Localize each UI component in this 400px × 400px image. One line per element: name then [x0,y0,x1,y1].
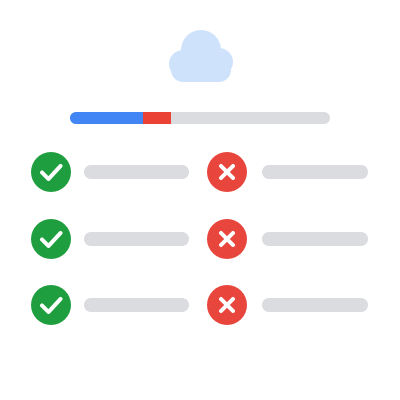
failed-item-placeholder [262,298,368,312]
check-circle-icon [31,219,71,259]
x-circle-icon [207,219,247,259]
result-row [0,150,400,194]
progress-passed-segment [70,112,143,124]
x-circle-icon [207,152,247,192]
result-row [0,283,400,327]
passed-item-placeholder [84,298,189,312]
cloud-icon [163,28,239,84]
sync-status-panel [0,0,400,400]
check-circle-icon [31,152,71,192]
check-circle-icon [31,285,71,325]
cloud-shape [169,30,233,82]
result-row [0,217,400,261]
failed-item-placeholder [262,165,368,179]
failed-item-placeholder [262,232,368,246]
passed-item-placeholder [84,165,189,179]
sync-progress-bar [70,112,330,124]
passed-item-placeholder [84,232,189,246]
x-circle-icon [207,285,247,325]
progress-failed-segment [142,112,172,124]
